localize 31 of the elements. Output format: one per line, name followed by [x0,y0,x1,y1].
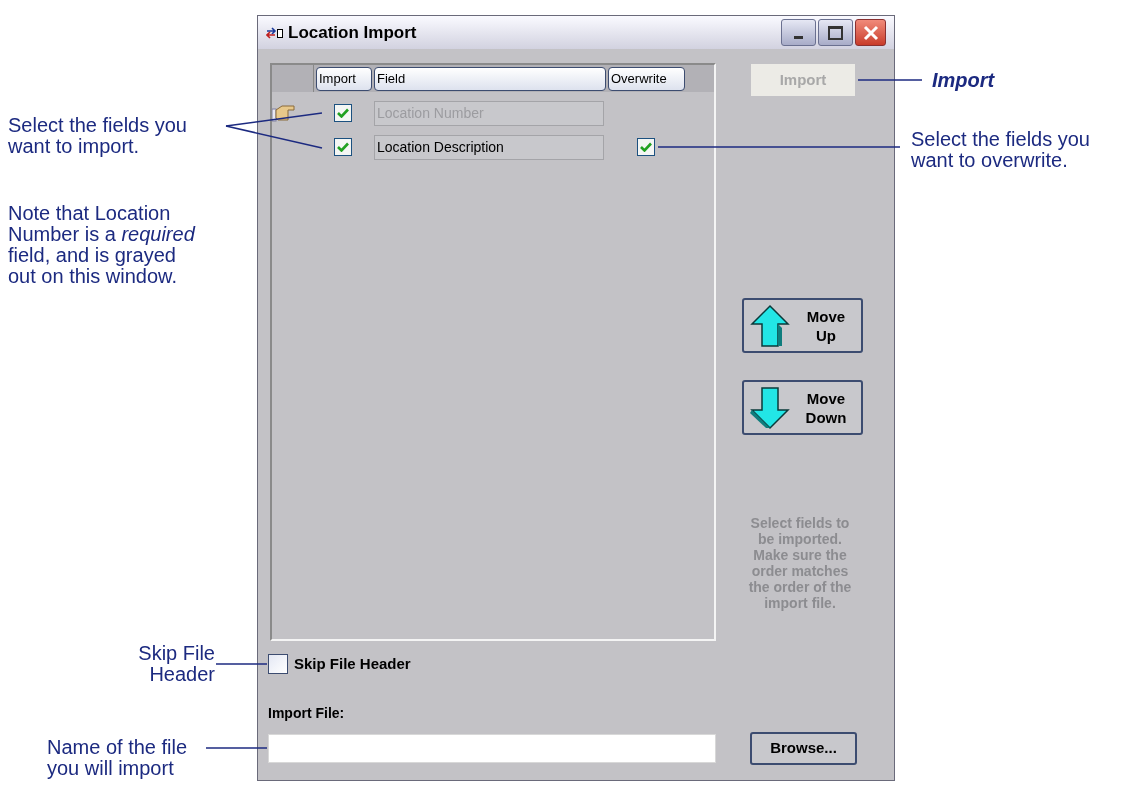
down-arrow-icon [750,385,790,430]
field-label: Import File: [268,704,346,723]
callout-text: Note that Location Number is a required field, and is grayed out on this window. [8,203,197,287]
column-header[interactable]: Overwrite [608,66,685,91]
checkbox[interactable] [334,138,352,156]
up-arrow-icon [750,303,790,348]
move-button[interactable]: Move Down [742,380,863,435]
browse-button[interactable]: Browse... [750,732,857,765]
callout-text: Skip File Header [137,643,215,685]
minimize-button[interactable] [781,19,816,46]
arrow-box-icon [266,26,284,39]
leader-line [205,747,268,749]
checkbox[interactable] [637,138,655,156]
hand-icon [272,103,296,123]
close-icon [862,24,879,41]
close-button[interactable] [855,19,886,46]
window-title: Location Import [288,21,417,44]
callout-text: Name of the file you will import [47,737,189,779]
checkbox-label: Skip File Header [294,653,411,674]
callout-text: Import [932,69,996,91]
field-cell: Location Description [374,134,604,160]
column-header[interactable]: Import [316,66,372,91]
leader-line [857,79,923,81]
leader-line [215,663,268,665]
maximize-button[interactable] [818,19,853,46]
column-header[interactable]: Field [374,66,606,91]
callout-text: Select the fields you want to import. [8,115,188,157]
move-button[interactable]: Move Up [742,298,863,353]
import-file-field[interactable] [268,734,716,763]
checkbox[interactable] [268,654,288,674]
callout-text: Select the fields you want to overwrite. [911,129,1091,171]
